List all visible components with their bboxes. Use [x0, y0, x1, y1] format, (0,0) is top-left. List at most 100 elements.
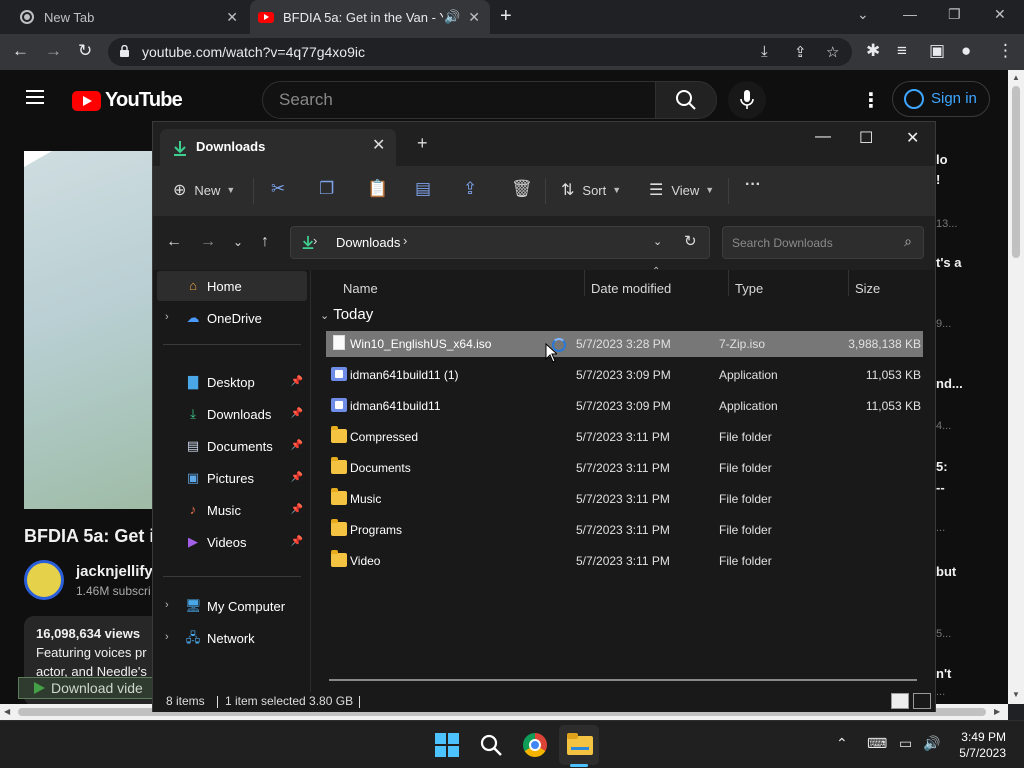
install-icon[interactable]: ⤓ [761, 43, 768, 60]
column-header-date[interactable]: Date modified [591, 281, 671, 296]
nav-item-network[interactable]: › 🖧 Network [157, 623, 307, 653]
column-divider[interactable] [728, 270, 729, 296]
group-header-today[interactable]: ⌄ Today [320, 306, 373, 323]
chevron-right-icon[interactable]: › [165, 599, 169, 611]
close-tab-icon[interactable]: ✕ [468, 9, 480, 26]
settings-menu-icon[interactable]: ⋮ [861, 88, 881, 113]
table-row[interactable]: idman641build11 (1) 5/7/2023 3:09 PM App… [326, 362, 923, 388]
details-view-button[interactable] [891, 693, 909, 709]
minimize-icon[interactable]: — [903, 6, 917, 22]
column-header-name[interactable]: Name [343, 281, 378, 296]
explorer-tab-downloads[interactable]: Downloads ✕ [160, 129, 396, 166]
channel-name[interactable]: jacknjellify [76, 563, 153, 580]
bookmark-star-icon[interactable]: ☆ [826, 43, 839, 61]
volume-icon[interactable]: 🔊 [923, 735, 940, 752]
maximize-icon[interactable]: ☐ [859, 128, 873, 148]
nav-item-desktop[interactable]: ▇ Desktop 📌 [157, 367, 307, 397]
scroll-right-icon[interactable]: ▶ [994, 707, 1000, 716]
chrome-menu-icon[interactable]: ⋮ [997, 41, 1014, 61]
refresh-icon[interactable]: ↻ [684, 232, 697, 250]
table-row[interactable]: Compressed 5/7/2023 3:11 PM File folder [326, 424, 923, 450]
recommendation-text[interactable]: -- [936, 480, 945, 495]
recent-locations-icon[interactable]: ⌄ [233, 235, 243, 249]
up-icon[interactable]: ↑ [261, 233, 269, 251]
copy-icon[interactable]: ❐ [319, 179, 334, 199]
pin-icon[interactable]: 📌 [291, 440, 303, 451]
scroll-left-icon[interactable]: ◀ [4, 707, 10, 716]
chevron-right-icon[interactable]: › [165, 311, 169, 323]
download-video-button[interactable]: Download vide [18, 677, 158, 699]
back-icon[interactable]: ← [166, 233, 182, 251]
cut-icon[interactable]: ✂ [271, 179, 285, 199]
pin-icon[interactable]: 📌 [291, 536, 303, 547]
tab-youtube[interactable]: BFDIA 5a: Get in the Van - Yo 🔊 ✕ [250, 0, 490, 34]
clock[interactable]: 3:49 PM 5/7/2023 [950, 729, 1006, 761]
side-panel-icon[interactable]: ▣ [929, 41, 945, 61]
tiles-view-button[interactable] [913, 693, 931, 709]
video-player[interactable] [24, 151, 164, 509]
search-icon[interactable] [479, 733, 503, 757]
scroll-down-icon[interactable]: ▼ [1012, 690, 1020, 699]
reload-icon[interactable]: ↻ [78, 41, 92, 61]
column-header-size[interactable]: Size [855, 281, 880, 296]
nav-item-music[interactable]: ♪ Music 📌 [157, 495, 307, 525]
table-row[interactable]: Video 5/7/2023 3:11 PM File folder [326, 548, 923, 574]
youtube-search-button[interactable] [655, 81, 717, 119]
close-tab-icon[interactable]: ✕ [226, 9, 238, 26]
breadcrumb-chevron-icon[interactable]: › [403, 233, 407, 248]
scrollbar-thumb[interactable] [1012, 86, 1020, 258]
chevron-right-icon[interactable]: › [165, 631, 169, 643]
table-row[interactable]: Documents 5/7/2023 3:11 PM File folder [326, 455, 923, 481]
nav-item-downloads[interactable]: ⤓ Downloads 📌 [157, 399, 307, 429]
table-row[interactable]: Win10_EnglishUS_x64.iso 5/7/2023 3:28 PM… [326, 331, 923, 357]
more-options-icon[interactable]: ··· [745, 176, 761, 194]
start-button[interactable] [435, 733, 459, 757]
explorer-address-bar[interactable]: › Downloads › ⌄ ↻ [290, 226, 710, 259]
youtube-logo[interactable]: YouTube [72, 89, 183, 112]
network-icon[interactable]: ▭ [899, 735, 912, 752]
paste-icon[interactable]: 📋 [367, 179, 388, 199]
nav-item-pictures[interactable]: ▣ Pictures 📌 [157, 463, 307, 493]
back-icon[interactable]: ← [12, 41, 29, 61]
new-tab-icon[interactable]: + [500, 5, 512, 28]
tab-new-tab[interactable]: New Tab ✕ [0, 0, 248, 34]
nav-item-videos[interactable]: ▶ Videos 📌 [157, 527, 307, 557]
table-row[interactable]: Music 5/7/2023 3:11 PM File folder [326, 486, 923, 512]
forward-icon[interactable]: → [45, 41, 62, 61]
recommendation-text[interactable]: n't [936, 666, 951, 681]
speaker-icon[interactable]: 🔊 [444, 9, 460, 25]
nav-item-documents[interactable]: ▤ Documents 📌 [157, 431, 307, 461]
breadcrumb-downloads[interactable]: Downloads [336, 235, 400, 250]
recommendation-text[interactable]: 5: [936, 459, 948, 474]
recommendation-text[interactable]: nd... [936, 376, 963, 391]
view-button[interactable]: ☰ View ▼ [649, 180, 714, 200]
keyboard-icon[interactable]: ⌨ [867, 735, 887, 752]
profile-icon[interactable]: ● [961, 41, 971, 61]
file-explorer-taskbar-icon[interactable] [567, 733, 593, 755]
chrome-taskbar-icon[interactable] [523, 733, 547, 757]
table-row[interactable]: idman641build11 5/7/2023 3:09 PM Applica… [326, 393, 923, 419]
minimize-icon[interactable]: — [815, 128, 831, 146]
address-dropdown-icon[interactable]: ⌄ [653, 235, 662, 248]
column-header-type[interactable]: Type [735, 281, 763, 296]
nav-item-home[interactable]: ⌂ Home [157, 271, 307, 301]
channel-avatar[interactable] [24, 560, 64, 600]
new-tab-icon[interactable]: + [417, 133, 428, 154]
close-window-icon[interactable]: ✕ [906, 128, 919, 148]
share-icon[interactable]: ⇪ [794, 43, 807, 61]
pin-icon[interactable]: 📌 [291, 472, 303, 483]
nav-item-my-computer[interactable]: › 🖥 My Computer [157, 591, 307, 621]
show-hidden-icons-icon[interactable]: ⌃ [836, 735, 848, 752]
column-divider[interactable] [584, 270, 585, 296]
table-row[interactable]: Programs 5/7/2023 3:11 PM File folder [326, 517, 923, 543]
recommendation-text[interactable]: but [936, 564, 956, 579]
restore-icon[interactable]: ❐ [948, 6, 961, 23]
tab-search-icon[interactable]: ⌄ [857, 6, 869, 23]
extensions-icon[interactable]: ✱ [866, 41, 880, 61]
pin-icon[interactable]: 📌 [291, 408, 303, 419]
explorer-search-input[interactable]: Search Downloads ⌕ [722, 226, 924, 259]
sort-button[interactable]: ⇅ Sort ▼ [561, 180, 621, 200]
forward-icon[interactable]: → [200, 233, 216, 251]
breadcrumb-chevron-icon[interactable]: › [313, 233, 317, 248]
file-list-scrollbar[interactable] [329, 679, 917, 681]
